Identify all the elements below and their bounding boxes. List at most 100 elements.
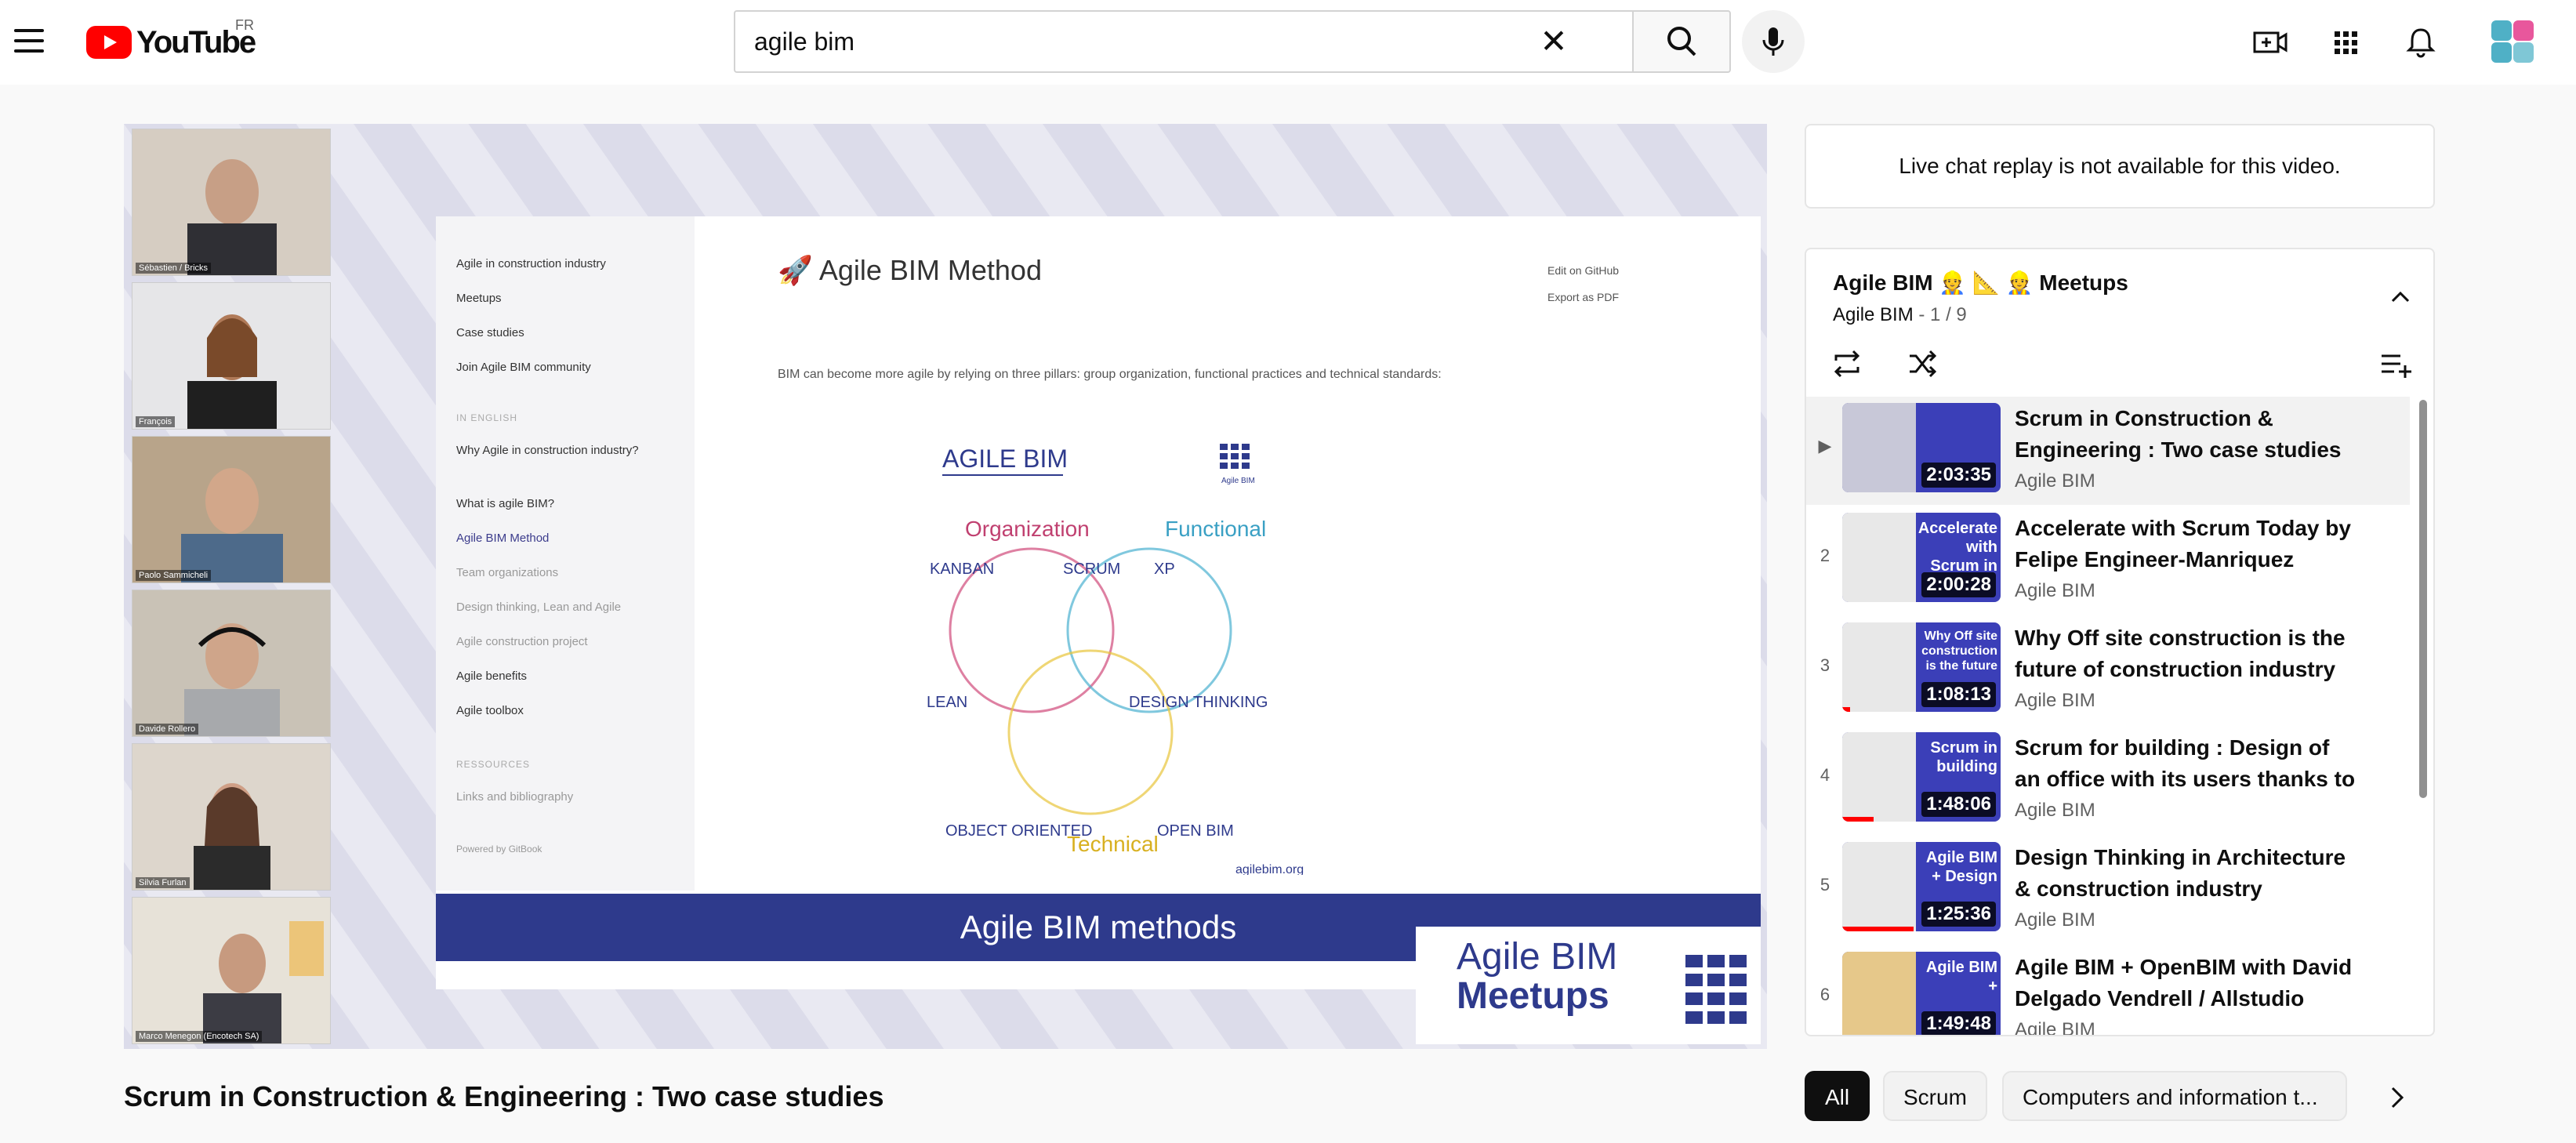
apps-grid-icon[interactable]: [2324, 20, 2367, 64]
presentation-slide: Agile in construction industry Meetups C…: [436, 216, 1761, 1044]
chip-all[interactable]: All: [1805, 1071, 1870, 1121]
clear-search-icon[interactable]: ✕: [1535, 23, 1573, 60]
participant-name: Paolo Sammicheli: [136, 570, 212, 581]
playlist-item[interactable]: 4 Scrum in building 1:48:06 Scrum for bu…: [1806, 726, 2410, 834]
nav-item: Agile toolbox: [456, 704, 524, 717]
video-title-heading: Scrum in Construction & Engineering : Tw…: [124, 1080, 884, 1112]
loop-playlist-icon[interactable]: [1825, 342, 1869, 386]
video-title[interactable]: Why Off site construction is the future …: [2015, 622, 2360, 685]
hamburger-menu-icon[interactable]: [14, 24, 49, 58]
video-channel[interactable]: Agile BIM: [2015, 1019, 2095, 1035]
nav-footer: Powered by GitBook: [456, 844, 542, 855]
participant-video: Sébastien / Bricks: [132, 129, 331, 276]
circle-label: Functional: [1165, 517, 1266, 541]
video-channel[interactable]: Agile BIM: [2015, 909, 2095, 931]
search-input[interactable]: [754, 12, 1538, 71]
video-player[interactable]: Sébastien / Bricks François Paolo Sammic…: [124, 124, 1767, 1049]
participant-name: Silvia Furlan: [136, 877, 190, 888]
watch-progress: [1842, 707, 1851, 712]
method-label: LEAN: [927, 694, 967, 711]
search-box: ✕: [734, 10, 1632, 73]
youtube-logo[interactable]: YouTube: [86, 24, 256, 61]
video-thumbnail[interactable]: Scrum in building 1:48:06: [1842, 732, 2001, 822]
playlist-channel[interactable]: Agile BIM: [1833, 304, 1914, 325]
video-channel[interactable]: Agile BIM: [2015, 690, 2095, 712]
playlist-item[interactable]: 5 Agile BIM + Design 1:25:36 Design Thin…: [1806, 836, 2410, 944]
method-label: DESIGN THINKING: [1129, 694, 1268, 711]
now-playing-icon: ▶: [1818, 436, 1832, 455]
playlist-item[interactable]: 3 Why Off site construction is the futur…: [1806, 616, 2410, 724]
chip-computers[interactable]: Computers and information t...: [2002, 1071, 2347, 1121]
video-duration: 1:08:13: [1921, 682, 1996, 707]
playlist-panel: Agile BIM 👷 📐 👷 Meetups Agile BIM - 1 / …: [1805, 248, 2435, 1036]
slide-title: 🚀 Agile BIM Method: [778, 254, 1042, 286]
video-duration: 2:03:35: [1921, 463, 1996, 488]
participant-name: Marco Menegon (Encotech SA): [136, 1031, 263, 1042]
playlist-item[interactable]: ▶ 2:03:35 Scrum in Construction & Engine…: [1806, 397, 2410, 505]
playlist-item[interactable]: 2 Accelerate with Scrum in 2:00:28 Accel…: [1806, 506, 2410, 615]
account-avatar[interactable]: [2488, 17, 2537, 66]
diagram-logo-caption: Agile BIM: [1221, 477, 1255, 485]
edit-on-github-link: Edit on GitHub: [1547, 264, 1620, 277]
video-duration: 2:00:28: [1921, 572, 1996, 597]
playlist-index: 6: [1820, 985, 1830, 1004]
nav-item: Meetups: [456, 292, 502, 305]
chip-scrum[interactable]: Scrum: [1883, 1071, 1987, 1121]
playlist-position: 1 / 9: [1930, 304, 1967, 325]
video-title[interactable]: Scrum in Construction & Engineering : Tw…: [2015, 403, 2360, 466]
playlist-title[interactable]: Agile BIM 👷 📐 👷 Meetups: [1833, 270, 2128, 296]
video-thumbnail[interactable]: Why Off site construction is the future …: [1842, 622, 2001, 712]
youtube-watch-page: YouTube FR ✕: [0, 0, 2576, 1143]
notifications-bell-icon[interactable]: [2399, 20, 2443, 64]
meetups-line-2: Meetups: [1457, 975, 1609, 1017]
video-title[interactable]: Scrum for building : Design of an office…: [2015, 732, 2360, 795]
shuffle-playlist-icon[interactable]: [1900, 342, 1944, 386]
nav-section: RESSOURCES: [456, 759, 531, 770]
microphone-icon: [1762, 27, 1784, 56]
diagram-heading: AGILE BIM: [942, 444, 1068, 473]
collapse-playlist-icon[interactable]: [2385, 281, 2416, 312]
video-channel[interactable]: Agile BIM: [2015, 580, 2095, 602]
video-thumbnail[interactable]: Agile BIM + Design 1:25:36: [1842, 842, 2001, 931]
create-video-icon[interactable]: [2248, 20, 2292, 64]
video-title[interactable]: Accelerate with Scrum Today by Felipe En…: [2015, 513, 2360, 575]
nav-item: Team organizations: [456, 566, 559, 579]
participant-video: Marco Menegon (Encotech SA): [132, 897, 331, 1044]
video-title[interactable]: Agile BIM + OpenBIM with David Delgado V…: [2015, 952, 2360, 1014]
watch-progress: [1842, 817, 1874, 822]
video-channel[interactable]: Agile BIM: [2015, 470, 2095, 492]
playlist-index: 3: [1820, 655, 1830, 675]
voice-search-button[interactable]: [1742, 10, 1805, 73]
export-pdf-link: Export as PDF: [1547, 291, 1620, 303]
participant-video: Davide Rollero: [132, 590, 331, 737]
video-channel[interactable]: Agile BIM: [2015, 800, 2095, 822]
nav-item: Links and bibliography: [456, 790, 574, 804]
thumbnail-caption: Why Off site construction is the future: [1921, 630, 1997, 673]
participant-name: François: [136, 416, 176, 427]
top-header: YouTube FR ✕: [0, 0, 2576, 85]
search-button[interactable]: [1632, 10, 1731, 73]
save-playlist-icon[interactable]: [2374, 342, 2418, 386]
playlist-index: 4: [1820, 765, 1830, 785]
slide-links: Edit on GitHub Export as PDF: [1547, 257, 1619, 310]
video-title[interactable]: Design Thinking in Architecture & constr…: [2015, 842, 2360, 905]
playlist-index: 5: [1820, 875, 1830, 894]
live-chat-replay-notice: Live chat replay is not available for th…: [1805, 124, 2435, 209]
nav-item: Case studies: [456, 326, 524, 339]
thumbnail-caption: Scrum in building: [1930, 739, 1997, 775]
diagram-site: agilebim.org: [1235, 863, 1304, 875]
circle-label: Organization: [965, 517, 1090, 541]
chevron-right-icon[interactable]: [2375, 1076, 2419, 1119]
playlist-subtitle: Agile BIM - 1 / 9: [1833, 304, 1967, 325]
agile-bim-logo-icon: [1220, 444, 1250, 469]
thumbnail-caption: Agile BIM +: [1925, 959, 1997, 995]
method-label: KANBAN: [930, 561, 994, 578]
meetups-line-1: Agile BIM: [1457, 936, 1618, 978]
video-thumbnail[interactable]: 2:03:35: [1842, 403, 2001, 492]
playlist-item[interactable]: 6 Agile BIM + 1:49:48 Agile BIM + OpenBI…: [1806, 945, 2410, 1035]
playlist-scrollbar[interactable]: [2419, 400, 2427, 798]
youtube-play-icon: [86, 26, 132, 59]
nav-section: IN ENGLISH: [456, 412, 518, 423]
video-thumbnail[interactable]: Agile BIM + 1:49:48: [1842, 952, 2001, 1035]
video-thumbnail[interactable]: Accelerate with Scrum in 2:00:28: [1842, 513, 2001, 602]
